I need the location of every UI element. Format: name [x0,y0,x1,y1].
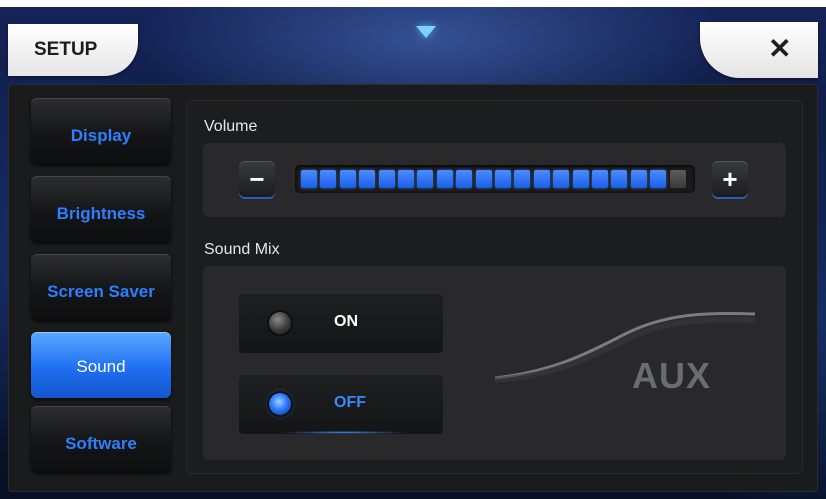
top-strip [0,0,826,7]
sidebar-item-brightness[interactable]: Brightness [31,176,171,242]
sidebar-item-software[interactable]: Software [31,406,171,472]
volume-decrease-button[interactable]: − [239,161,275,197]
sidebar-item-screen-saver[interactable]: Screen Saver [31,254,171,320]
sidebar-item-sound[interactable]: Sound [31,332,171,398]
volume-segment [533,170,550,188]
volume-segment [398,170,414,188]
volume-segment [514,170,531,188]
volume-segment [572,170,589,188]
sidebar-item-label: Brightness [56,204,146,223]
sidebar-item-label: Screen Saver [47,282,155,301]
volume-segment [495,170,511,188]
volume-segment [320,170,337,188]
volume-segment [301,170,317,188]
volume-heading: Volume [204,118,258,135]
sound-mix-off-button[interactable]: OFF [239,374,443,434]
sound-mix-heading: Sound Mix [204,241,280,258]
page-title: SETUP [34,39,98,60]
sidebar-item-label: Display [70,126,132,145]
sound-mix-on-label: ON [334,313,358,330]
volume-segment [475,170,492,188]
volume-segment [611,170,628,188]
sound-mix-on-button[interactable]: ON [239,293,443,353]
radio-indicator-icon [269,393,291,415]
sound-mix-off-label: OFF [334,394,366,411]
volume-segment [669,170,686,188]
selected-glow [279,431,409,434]
close-icon: ✕ [768,33,792,64]
minus-icon: − [249,163,265,194]
volume-segment [436,170,453,188]
setup-title-tab: SETUP [8,24,138,76]
volume-increase-button[interactable]: + [712,161,748,197]
pull-down-arrow-icon[interactable] [416,26,436,38]
volume-segment [378,170,395,188]
volume-segment [553,170,570,188]
volume-segment [650,170,667,188]
close-button[interactable]: ✕ [700,22,818,78]
volume-segment [417,170,434,188]
volume-segment [456,170,473,188]
volume-segment [630,170,647,188]
radio-indicator-icon [269,312,291,334]
volume-slider[interactable] [295,165,695,193]
volume-segment [339,170,356,188]
sidebar-item-display[interactable]: Display [31,98,171,164]
aux-swoosh-graphic [494,311,756,383]
sidebar-item-label: Sound [76,357,126,376]
volume-segment [359,170,376,188]
aux-source-label: AUX [632,355,712,396]
volume-segment [592,170,608,188]
plus-icon: + [722,163,738,194]
sidebar-item-label: Software [65,434,137,453]
